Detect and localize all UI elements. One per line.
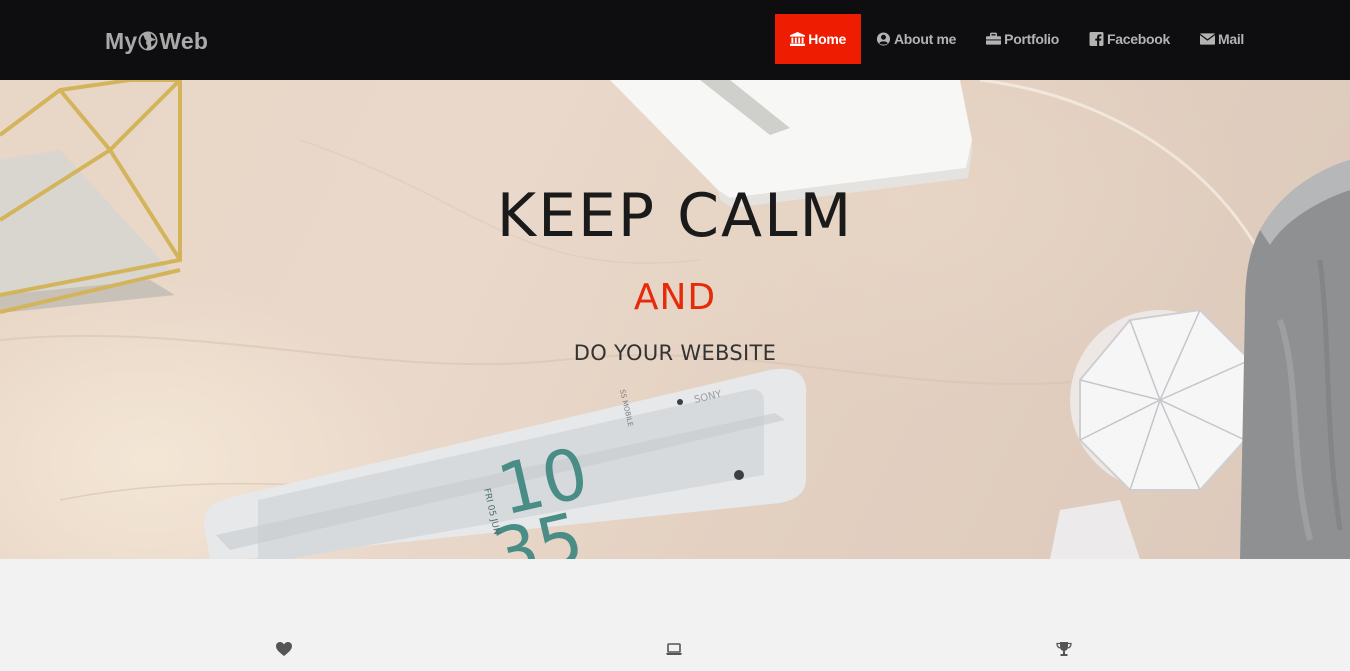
nav-facebook[interactable]: Facebook	[1074, 14, 1185, 64]
hero-and: AND	[633, 277, 717, 318]
briefcase-icon	[986, 32, 1002, 45]
heart-icon	[276, 642, 292, 656]
hero-section: 10 35 FRI 05 JUN SONY SS MOBILE KEEP CAL…	[0, 80, 1350, 559]
nav-portfolio[interactable]: Portfolio	[971, 14, 1074, 64]
envelope-icon	[1199, 33, 1215, 45]
hero-subtitle: DO YOUR WEBSITE	[573, 341, 777, 365]
brand-prefix: My	[105, 27, 138, 54]
phone-image: 10 35 FRI 05 JUN SONY SS MOBILE	[204, 368, 807, 559]
nav-about-me[interactable]: About me	[861, 14, 971, 64]
nav-mail-label: Mail	[1217, 31, 1244, 47]
facebook-icon	[1089, 32, 1104, 46]
nav-facebook-label: Facebook	[1107, 31, 1170, 47]
nav-home[interactable]: Home	[775, 14, 861, 64]
nav-home-label: Home	[808, 31, 846, 47]
nav-mail[interactable]: Mail	[1185, 14, 1259, 64]
nav-about-label: About me	[894, 31, 957, 47]
brand-logo[interactable]: My Web	[105, 26, 208, 56]
user-circle-icon	[876, 32, 891, 46]
navbar: My Web Home About me Portfolio Facebook …	[0, 0, 1350, 80]
main-nav: Home About me Portfolio Facebook Mail	[775, 14, 1259, 64]
brand-suffix: Web	[159, 27, 209, 54]
hero-title: KEEP CALM	[496, 181, 854, 251]
bank-icon	[790, 32, 806, 46]
trophy-icon	[1056, 642, 1072, 656]
hero-background-image: 10 35 FRI 05 JUN SONY SS MOBILE	[0, 80, 1350, 559]
globe-icon	[138, 31, 158, 51]
nav-portfolio-label: Portfolio	[1004, 31, 1060, 47]
laptop-icon	[666, 643, 682, 655]
